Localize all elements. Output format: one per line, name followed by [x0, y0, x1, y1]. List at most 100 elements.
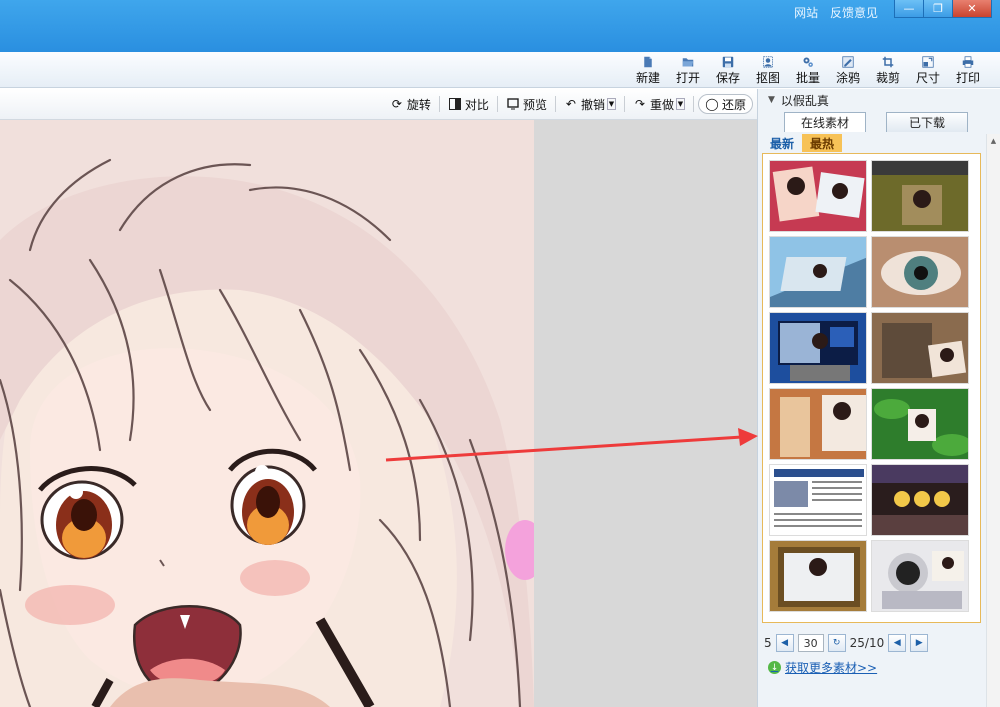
redo-icon: ↷: [634, 97, 645, 111]
open-label: 打开: [675, 71, 700, 85]
scroll-up-icon[interactable]: ▲: [987, 134, 1000, 148]
printer-icon: [962, 56, 974, 68]
material-thumb[interactable]: [769, 464, 867, 536]
preview-icon: [506, 97, 520, 111]
material-thumb[interactable]: [871, 160, 969, 232]
maximize-button[interactable]: ❐: [923, 0, 953, 18]
next-page-button[interactable]: ▶: [910, 634, 929, 652]
resize-button[interactable]: 尺寸: [908, 54, 948, 86]
resize-icon: [922, 56, 934, 68]
material-thumb[interactable]: [871, 312, 969, 384]
panel-tabs: 在线素材 已下载: [758, 112, 1000, 132]
cutout-label: 抠图: [755, 71, 780, 85]
material-thumb[interactable]: [769, 312, 867, 384]
window-controls: — ❐ ✕: [894, 0, 992, 18]
redo-button[interactable]: ↷ 重做 ▼: [629, 94, 689, 114]
more-materials-label: 获取更多素材>>: [785, 661, 878, 675]
edited-photo: [0, 120, 534, 707]
divider: [623, 96, 625, 112]
panel-header[interactable]: ▼ 以假乱真: [758, 89, 1000, 111]
editing-canvas[interactable]: [0, 120, 757, 707]
more-materials-link[interactable]: ↓ 获取更多素材>>: [768, 659, 877, 676]
graffiti-button[interactable]: 涂鸦: [828, 54, 868, 86]
download-more-icon: ↓: [768, 661, 781, 674]
material-gallery: [762, 153, 981, 623]
new-label: 新建: [635, 71, 660, 85]
material-panel: ▼ 以假乱真 在线素材 已下载 最新 最热 ▲ 5 ◀ 30 ↻ 25/10 ◀…: [757, 89, 1000, 707]
pager-left-label: 5: [764, 636, 772, 650]
tab-downloaded[interactable]: 已下载: [886, 112, 968, 132]
page-info: 25/10: [849, 636, 885, 650]
crop-button[interactable]: 裁剪: [868, 54, 908, 86]
new-button[interactable]: 新建: [628, 54, 668, 86]
cutout-button[interactable]: 抠图: [748, 54, 788, 86]
material-thumb[interactable]: [871, 540, 969, 612]
title-links: 网站 反馈意见: [786, 4, 878, 21]
tab-hottest[interactable]: 最热: [802, 134, 843, 152]
prev-page-button[interactable]: ◀: [888, 634, 907, 652]
restore-button[interactable]: ◯ 还原: [697, 94, 753, 114]
material-thumb[interactable]: [871, 236, 969, 308]
pagination: 5 ◀ 30 ↻ 25/10 ◀ ▶: [764, 632, 984, 654]
undo-dropdown-icon[interactable]: ▼: [606, 98, 616, 110]
panel-title: 以假乱真: [780, 93, 829, 108]
undo-label: 撤销: [580, 97, 605, 112]
divider: [438, 96, 440, 112]
crop-label: 裁剪: [875, 71, 900, 85]
cutout-icon: [763, 56, 773, 68]
compare-label: 对比: [464, 97, 489, 112]
collapse-arrow-icon[interactable]: ▼: [768, 95, 775, 105]
main-toolbar: 新建 打开 保存 抠图 批量 涂鸦 裁剪 尺寸 打印: [0, 52, 1000, 88]
restore-label: 还原: [721, 97, 746, 112]
title-bar: 网站 反馈意见 — ❐ ✕: [0, 0, 1000, 52]
print-label: 打印: [955, 71, 980, 85]
open-button[interactable]: 打开: [668, 54, 708, 86]
material-thumb[interactable]: [871, 464, 969, 536]
restore-icon: ◯: [705, 97, 719, 111]
graffiti-icon: [842, 56, 854, 68]
material-thumb[interactable]: [769, 236, 867, 308]
tab-online-materials[interactable]: 在线素材: [784, 112, 866, 132]
floppy-save-icon: [722, 56, 734, 68]
divider: [692, 96, 694, 112]
edit-toolbar: ⟳ 旋转 对比 预览 ↶ 撤销 ▼ ↷ 重做 ▼ ◯ 还原: [0, 89, 757, 120]
folder-open-icon: [682, 58, 694, 67]
sort-tabs: 最新 最热: [762, 134, 843, 152]
save-button[interactable]: 保存: [708, 54, 748, 86]
divider: [554, 96, 556, 112]
feedback-link[interactable]: 反馈意见: [830, 6, 878, 20]
material-thumb[interactable]: [769, 160, 867, 232]
redo-dropdown-icon[interactable]: ▼: [675, 98, 685, 110]
new-file-icon: [644, 56, 652, 68]
material-thumb[interactable]: [871, 388, 969, 460]
divider: [496, 96, 498, 112]
rotate-label: 旋转: [406, 97, 431, 112]
material-thumb[interactable]: [769, 388, 867, 460]
batch-gear-icon: [803, 57, 813, 67]
preview-button[interactable]: 预览: [502, 94, 551, 114]
minimize-button[interactable]: —: [894, 0, 924, 18]
preview-label: 预览: [522, 97, 547, 112]
anime-girl-illustration: [0, 120, 534, 707]
tab-newest[interactable]: 最新: [762, 134, 802, 152]
go-page-icon[interactable]: ↻: [827, 634, 846, 652]
batch-label: 批量: [795, 71, 820, 85]
undo-button[interactable]: ↶ 撤销 ▼: [560, 94, 620, 114]
compare-button[interactable]: 对比: [444, 94, 493, 114]
first-page-icon[interactable]: ◀: [775, 634, 794, 652]
print-button[interactable]: 打印: [948, 54, 988, 86]
panel-scrollbar[interactable]: ▲: [986, 134, 1000, 707]
rotate-icon: ⟳: [391, 97, 402, 111]
close-button[interactable]: ✕: [952, 0, 992, 18]
redo-label: 重做: [649, 97, 674, 112]
save-label: 保存: [715, 71, 740, 85]
material-thumb[interactable]: [769, 540, 867, 612]
rotate-button[interactable]: ⟳ 旋转: [386, 94, 435, 114]
crop-icon: [882, 56, 894, 68]
page-input[interactable]: 30: [797, 634, 824, 652]
website-link[interactable]: 网站: [794, 6, 818, 20]
batch-button[interactable]: 批量: [788, 54, 828, 86]
undo-icon: ↶: [565, 97, 576, 111]
resize-label: 尺寸: [915, 71, 940, 85]
compare-icon: [448, 97, 462, 111]
